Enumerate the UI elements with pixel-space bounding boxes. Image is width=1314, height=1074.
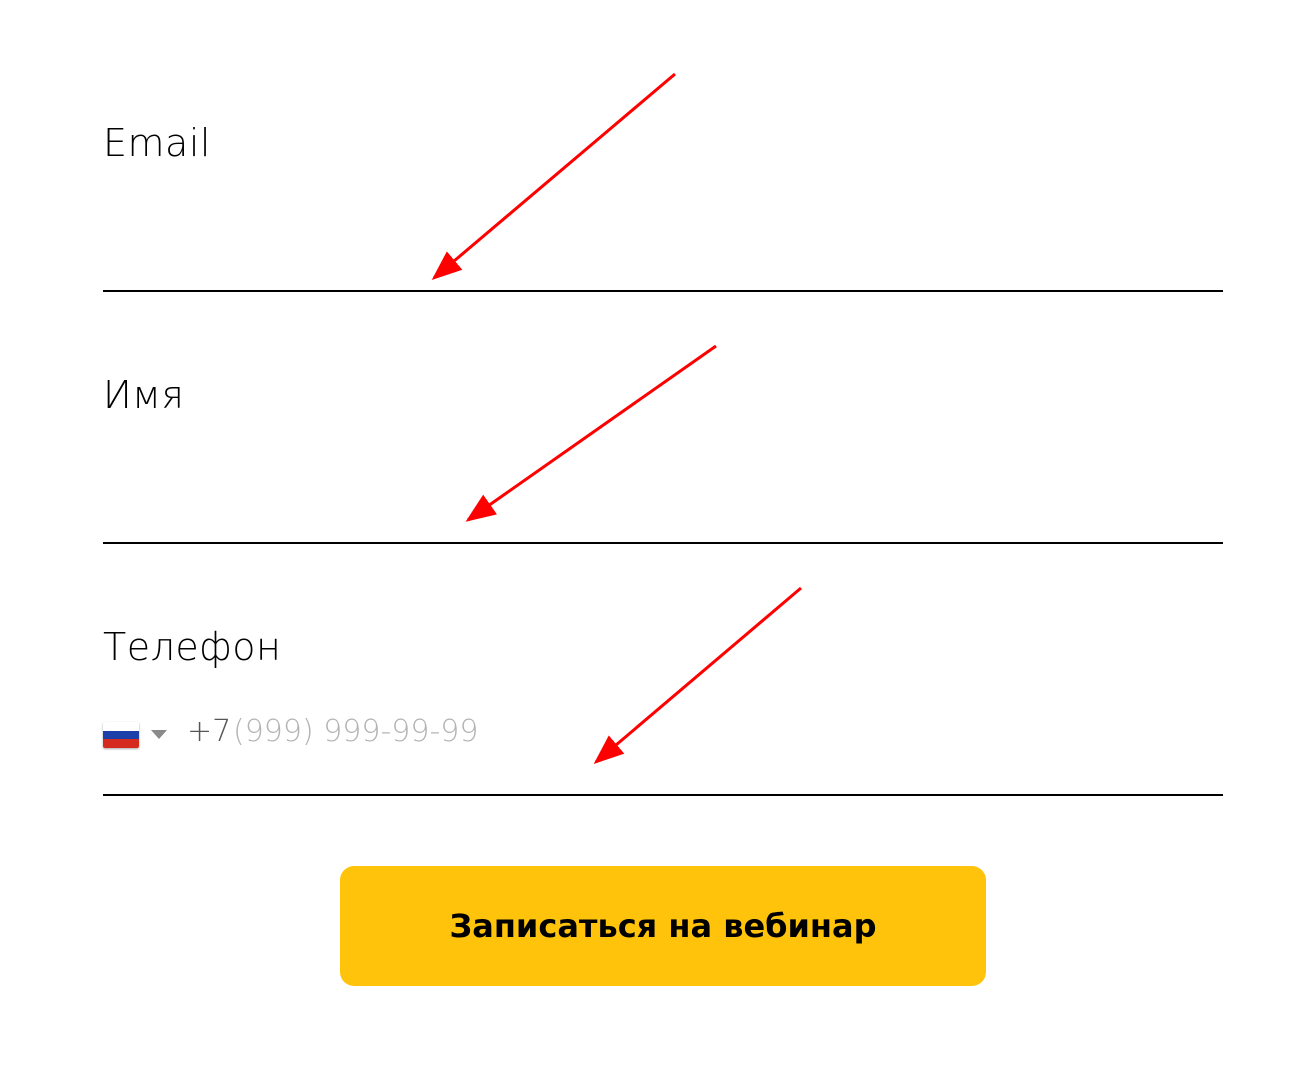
flag-stripe-blue [103,730,139,740]
flag-stripe-red [103,739,139,748]
caret-down-icon [151,730,167,739]
email-label: Email [103,121,211,165]
name-label: Имя [103,373,185,417]
phone-field[interactable] [233,708,933,754]
country-code-select[interactable] [103,720,175,750]
submit-webinar-button[interactable]: Записаться на вебинар [340,866,986,986]
name-field[interactable] [103,484,1223,544]
phone-country-code: +7 [187,714,232,749]
phone-label: Телефон [103,625,282,669]
phone-field-row: +7 [103,700,1223,796]
email-field[interactable] [103,232,1223,292]
flag-stripe-white [103,722,139,731]
russia-flag-icon [103,722,139,748]
